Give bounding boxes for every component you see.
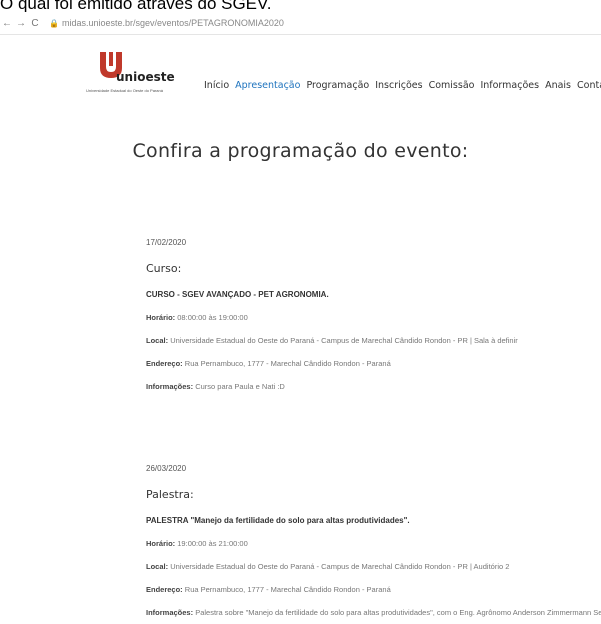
event-location: Local: Universidade Estadual do Oeste do… xyxy=(146,336,518,345)
back-arrow-icon[interactable]: ← xyxy=(0,18,14,29)
event-schedule: Horário: 08:00:00 às 19:00:00 xyxy=(146,313,248,322)
schedule-value: 19:00:00 às 21:00:00 xyxy=(177,539,248,548)
browser-toolbar: ← → C 🔒 midas.unioeste.br/sgev/eventos/P… xyxy=(0,12,601,35)
main-nav: Início Apresentação Programação Inscriçõ… xyxy=(204,80,601,91)
schedule-value: 08:00:00 às 19:00:00 xyxy=(177,313,248,322)
event-address: Endereço: Rua Pernambuco, 1777 - Marecha… xyxy=(146,359,391,368)
event-date: 26/03/2020 xyxy=(146,464,187,473)
address-label: Endereço: xyxy=(146,359,183,368)
event-item: 17/02/2020 Curso: CURSO - SGEV AVANÇADO … xyxy=(146,238,576,398)
nav-item-inscricoes[interactable]: Inscrições xyxy=(375,80,422,91)
logo-subtitle: Universidade Estadual do Oeste do Paraná xyxy=(86,88,163,93)
address-bar[interactable]: midas.unioeste.br/sgev/eventos/PETAGRONO… xyxy=(62,18,284,28)
logo-wordmark: unioeste xyxy=(116,70,175,84)
forward-arrow-icon[interactable]: → xyxy=(14,18,28,29)
event-item: 26/03/2020 Palestra: PALESTRA "Manejo da… xyxy=(146,464,601,624)
top-caption: O qual foi emitido através do SGEV. xyxy=(0,0,601,12)
location-label: Local: xyxy=(146,562,169,571)
event-address: Endereço: Rua Pernambuco, 1777 - Marecha… xyxy=(146,585,391,594)
info-label: Informações: xyxy=(146,608,194,617)
reload-icon[interactable]: C xyxy=(28,18,42,29)
location-value: Universidade Estadual do Oeste do Paraná… xyxy=(170,336,518,345)
event-info: Informações: Curso para Paula e Nati :D xyxy=(146,382,285,391)
nav-item-informacoes[interactable]: Informações xyxy=(480,80,539,91)
event-date: 17/02/2020 xyxy=(146,238,187,247)
page-title: Confira a programação do evento: xyxy=(132,140,469,162)
nav-item-anais[interactable]: Anais xyxy=(545,80,571,91)
location-value: Universidade Estadual do Oeste do Paraná… xyxy=(170,562,510,571)
unioeste-logo[interactable]: unioeste Universidade Estadual do Oeste … xyxy=(86,50,175,110)
nav-item-inicio[interactable]: Início xyxy=(204,80,229,91)
address-value: Rua Pernambuco, 1777 - Marechal Cândido … xyxy=(184,585,391,594)
event-schedule: Horário: 19:00:00 às 21:00:00 xyxy=(146,539,248,548)
event-info: Informações: Palestra sobre "Manejo da f… xyxy=(146,608,601,617)
info-label: Informações: xyxy=(146,382,194,391)
event-type: Curso: xyxy=(146,262,182,275)
site-header: unioeste Universidade Estadual do Oeste … xyxy=(0,36,601,116)
nav-item-apresentacao[interactable]: Apresentação xyxy=(235,80,300,91)
event-type: Palestra: xyxy=(146,488,194,501)
nav-item-comissao[interactable]: Comissão xyxy=(429,80,475,91)
event-location: Local: Universidade Estadual do Oeste do… xyxy=(146,562,509,571)
info-value: Palestra sobre "Manejo da fertilidade do… xyxy=(195,608,601,617)
address-value: Rua Pernambuco, 1777 - Marechal Cândido … xyxy=(184,359,391,368)
event-name: CURSO - SGEV AVANÇADO - PET AGRONOMIA. xyxy=(146,290,329,299)
schedule-label: Horário: xyxy=(146,313,176,322)
nav-item-programacao[interactable]: Programação xyxy=(306,80,369,91)
lock-icon[interactable]: 🔒 xyxy=(48,19,60,28)
info-value: Curso para Paula e Nati :D xyxy=(195,382,285,391)
schedule-label: Horário: xyxy=(146,539,176,548)
event-name: PALESTRA "Manejo da fertilidade do solo … xyxy=(146,516,410,525)
nav-item-contato[interactable]: Contato xyxy=(577,80,601,91)
address-label: Endereço: xyxy=(146,585,183,594)
caption-text: O qual foi emitido através do SGEV. xyxy=(0,0,272,12)
location-label: Local: xyxy=(146,336,169,345)
